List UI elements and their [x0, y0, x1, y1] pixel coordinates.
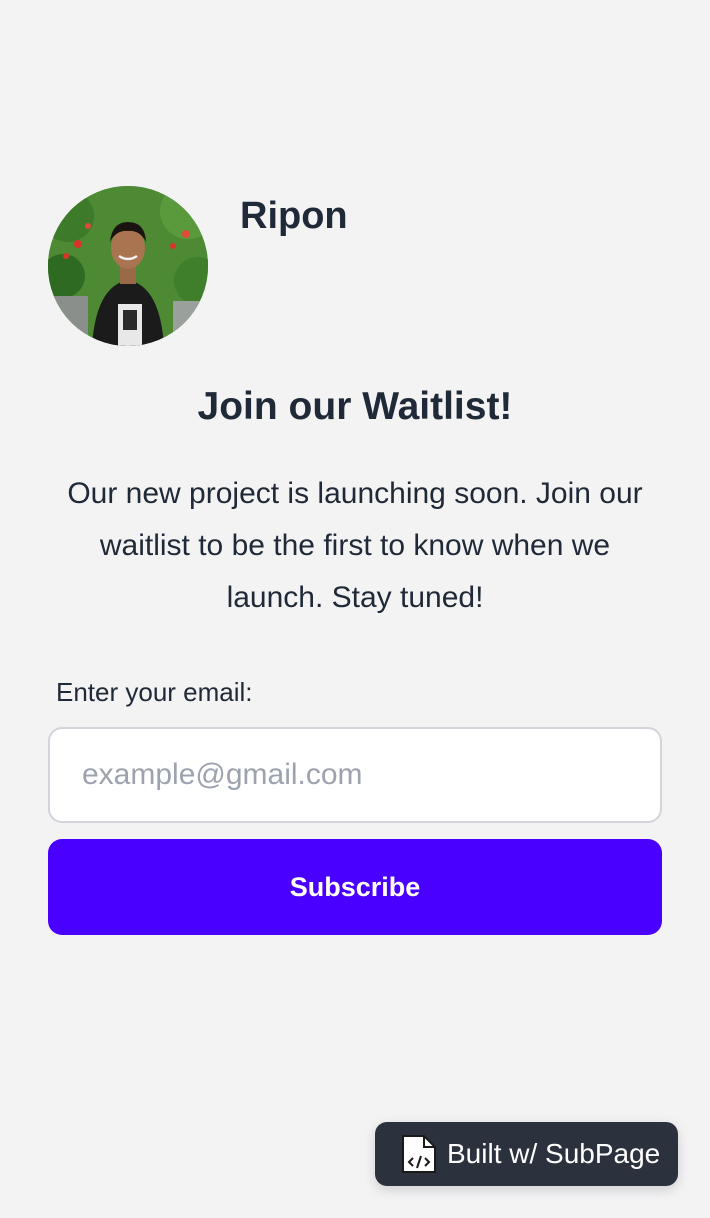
profile-header: Ripon [48, 186, 348, 346]
profile-name: Ripon [240, 195, 348, 237]
email-field[interactable] [48, 727, 662, 823]
avatar [48, 186, 208, 346]
built-with-subpage-link[interactable]: Built w/ SubPage [375, 1122, 678, 1186]
page-title: Join our Waitlist! [197, 385, 513, 428]
subscribe-button[interactable]: Subscribe [48, 839, 662, 935]
email-label: Enter your email: [56, 677, 253, 707]
description-text: Our new project is launching soon. Join … [67, 477, 643, 614]
built-with-label: Built w/ SubPage [447, 1138, 661, 1169]
code-file-icon [399, 1134, 439, 1174]
